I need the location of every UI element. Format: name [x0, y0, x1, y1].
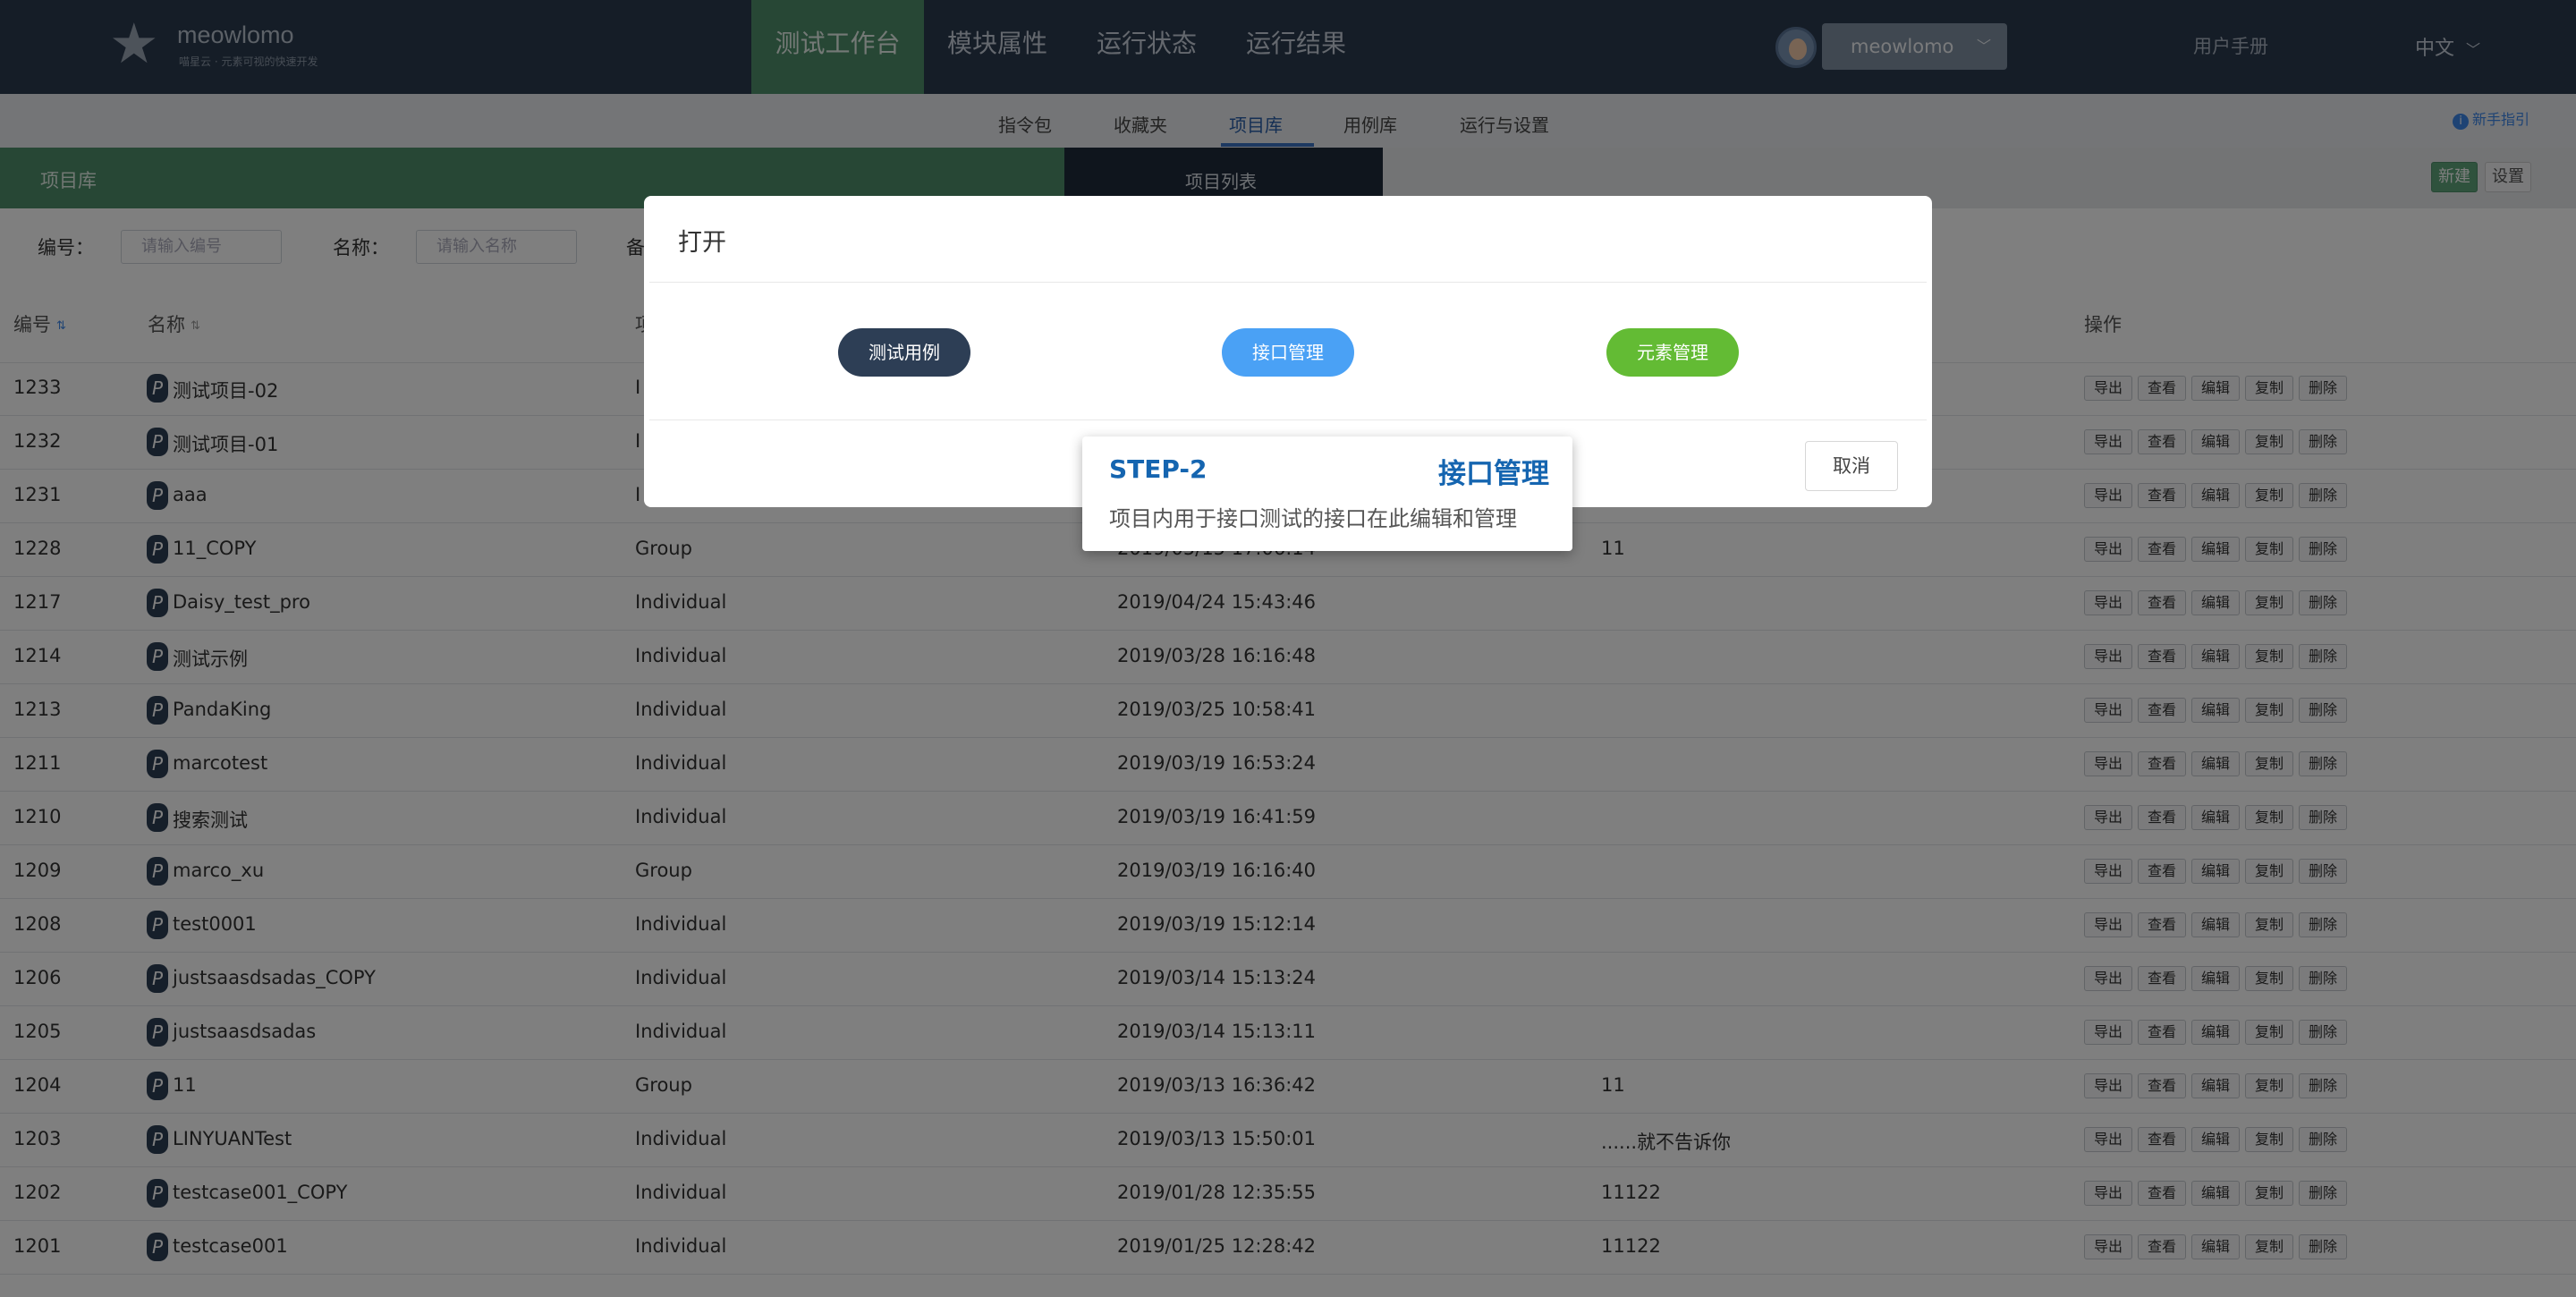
tooltip-description: 项目内用于接口测试的接口在此编辑和管理 — [1109, 506, 1517, 531]
dialog-divider — [649, 282, 1927, 283]
tooltip-step: STEP-2 — [1109, 454, 1208, 484]
tooltip-title: 接口管理 — [1438, 458, 1549, 490]
cancel-button[interactable]: 取消 — [1805, 441, 1898, 491]
element-management-button[interactable]: 元素管理 — [1606, 328, 1739, 377]
dialog-title: 打开 — [678, 229, 726, 257]
test-case-button[interactable]: 测试用例 — [838, 328, 970, 377]
modal-backdrop[interactable] — [0, 0, 2576, 1297]
api-management-button[interactable]: 接口管理 — [1222, 328, 1354, 377]
guide-tooltip: STEP-2 接口管理 项目内用于接口测试的接口在此编辑和管理 — [1082, 437, 1572, 551]
